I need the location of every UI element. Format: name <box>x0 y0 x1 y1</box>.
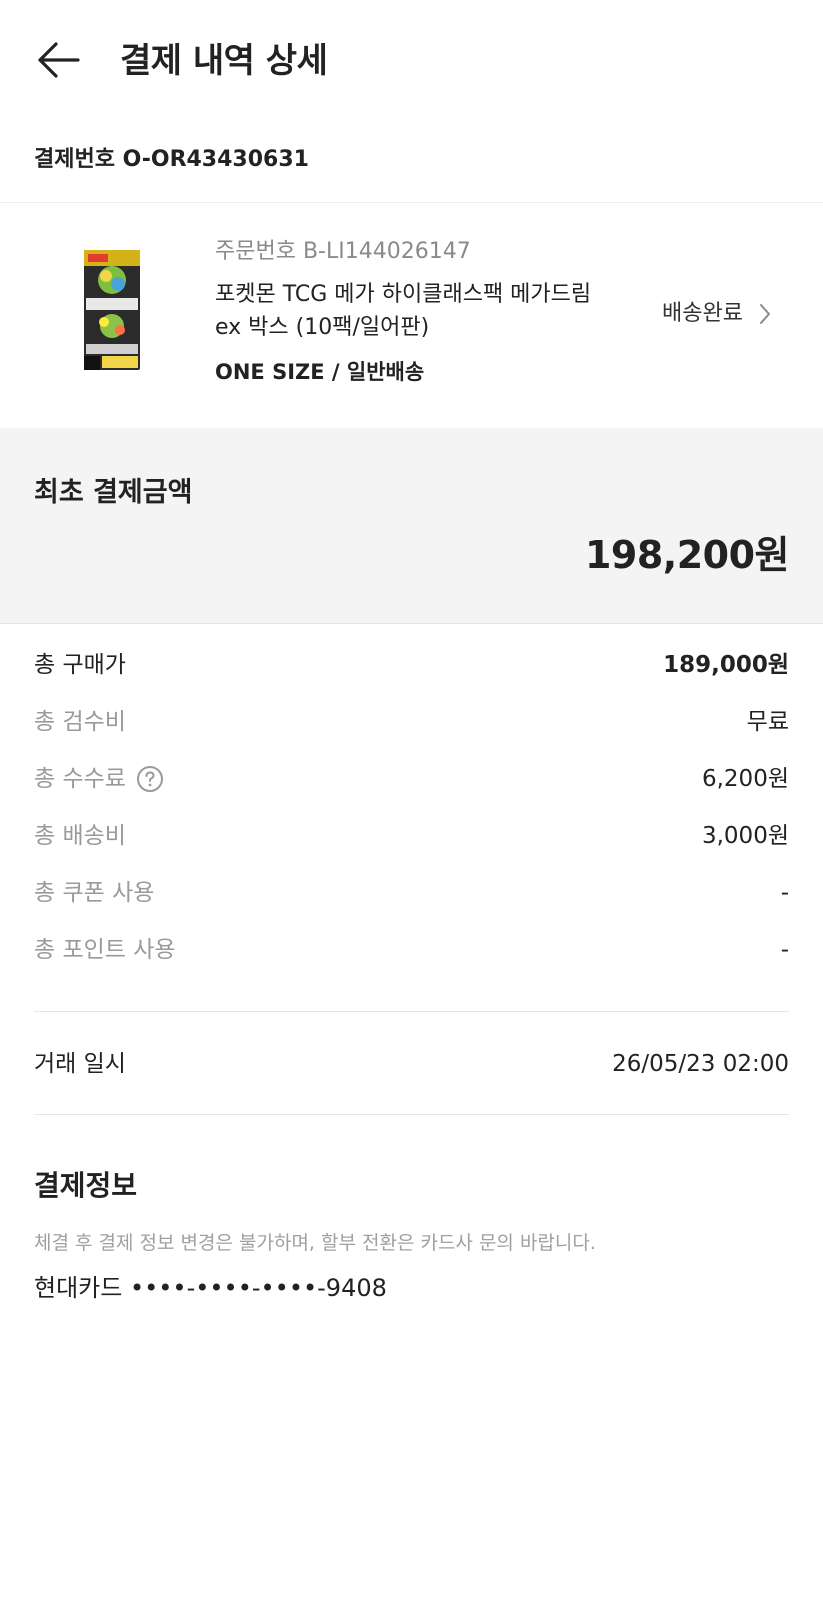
page-title: 결제 내역 상세 <box>120 41 328 81</box>
row-label: 총 배송비 <box>34 823 126 849</box>
breakdown-row-coupon: 총 쿠폰 사용 - <box>34 876 789 910</box>
breakdown-row-inspection: 총 검수비 무료 <box>34 705 789 739</box>
payment-info-title: 결제정보 <box>34 1169 138 1202</box>
row-label: 총 포인트 사용 <box>34 937 176 963</box>
question-circle-icon[interactable] <box>136 765 164 793</box>
row-label: 총 검수비 <box>34 709 126 735</box>
order-item-card[interactable]: 주문번호 B-LI144026147 포켓몬 TCG 메가 하이클래스팩 메가드… <box>0 204 823 426</box>
breakdown-row-fee: 총 수수료 6,200원 <box>34 762 789 796</box>
delivery-status-link[interactable]: 배송완료 <box>662 298 771 330</box>
transaction-datetime-row: 거래 일시 26/05/23 02:00 <box>34 1047 789 1081</box>
row-label: 총 수수료 <box>34 762 164 796</box>
row-value: 26/05/23 02:00 <box>612 1051 789 1077</box>
product-image <box>82 248 142 372</box>
order-number: 주문번호 B-LI144026147 <box>215 239 471 264</box>
divider <box>34 1114 789 1115</box>
total-amount: 198,200원 <box>584 533 790 577</box>
payment-card-info: 현대카드 ••••-••••-••••-9408 <box>34 1274 387 1302</box>
back-button[interactable] <box>30 36 86 88</box>
row-value: 무료 <box>746 709 789 735</box>
breakdown-row-points: 총 포인트 사용 - <box>34 933 789 967</box>
arrow-left-icon <box>36 40 80 84</box>
product-option: ONE SIZE / 일반배송 <box>215 360 425 384</box>
payment-number: 결제번호 O-OR43430631 <box>34 147 309 172</box>
delivery-status: 배송완료 <box>662 301 743 326</box>
row-value: - <box>780 937 789 963</box>
product-name: 포켓몬 TCG 메가 하이클래스팩 메가드림 ex 박스 (10팩/일어판) <box>215 282 592 340</box>
breakdown-row-shipping: 총 배송비 3,000원 <box>34 819 789 853</box>
row-label: 총 쿠폰 사용 <box>34 880 155 906</box>
row-label: 총 구매가 <box>34 652 126 678</box>
breakdown-row-purchase: 총 구매가 189,000원 <box>34 648 789 682</box>
row-value: - <box>780 880 789 906</box>
row-label: 거래 일시 <box>34 1051 126 1077</box>
total-label: 최초 결제금액 <box>34 477 193 508</box>
app-header: 결제 내역 상세 <box>0 0 823 120</box>
divider <box>0 202 823 203</box>
row-value: 6,200원 <box>701 766 789 792</box>
divider <box>34 1011 789 1012</box>
payment-info-notice: 체결 후 결제 정보 변경은 불가하며, 할부 전환은 카드사 문의 바랍니다. <box>34 1232 596 1254</box>
row-value: 3,000원 <box>701 823 789 849</box>
total-summary: 최초 결제금액 198,200원 <box>0 428 823 624</box>
row-value: 189,000원 <box>663 652 789 678</box>
chevron-right-icon <box>759 303 771 325</box>
row-label-text: 총 수수료 <box>34 766 126 792</box>
